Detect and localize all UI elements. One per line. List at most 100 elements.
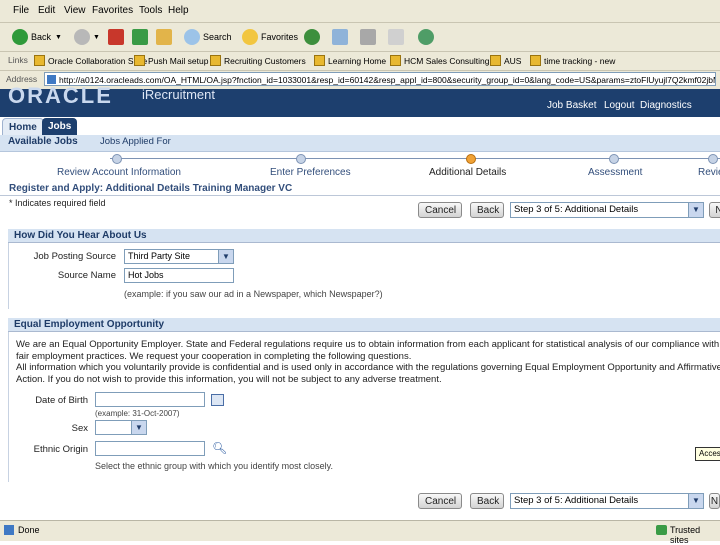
source-name-label: Source Name xyxy=(57,270,116,281)
subtab-available-jobs[interactable]: Available Jobs xyxy=(8,136,78,147)
oracle-logo: ORACLE xyxy=(8,83,113,108)
chevron-down-icon: ▼ xyxy=(688,203,703,217)
search-icon xyxy=(184,29,200,45)
calendar-icon[interactable] xyxy=(211,394,224,406)
eeo-text-line: All information which you voluntarily pr… xyxy=(16,362,720,373)
subtab-jobs-applied[interactable]: Jobs Applied For xyxy=(100,136,171,147)
link-learning-home[interactable]: Learning Home xyxy=(314,55,386,66)
messenger-button[interactable] xyxy=(418,27,437,47)
eeo-text-line: Action. If you do not wish to provide th… xyxy=(16,374,442,385)
back-step-button-bottom[interactable]: Back xyxy=(470,493,504,509)
back-step-button[interactable]: Back xyxy=(470,202,504,218)
page-loaded-icon xyxy=(4,525,14,535)
divider xyxy=(0,195,720,196)
menu-tools[interactable]: Tools xyxy=(139,5,162,16)
section-header-eeo: Equal Employment Opportunity xyxy=(8,318,720,332)
print-button[interactable] xyxy=(360,27,379,47)
step-select[interactable]: Step 3 of 5: Additional Details ▼ xyxy=(510,202,704,218)
step-select-bottom[interactable]: Step 3 of 5: Additional Details ▼ xyxy=(510,493,704,509)
link-aus[interactable]: AUS xyxy=(490,55,521,66)
refresh-button[interactable] xyxy=(132,27,151,47)
ethnic-origin-label: Ethnic Origin xyxy=(33,444,88,455)
sub-navigation: Available Jobs Jobs Applied For xyxy=(0,135,720,152)
eeo-text-line: We are an Equal Opportunity Employer. St… xyxy=(16,339,720,350)
link-recruiting-customers[interactable]: Recruiting Customers xyxy=(210,55,306,66)
ethnic-origin-hint: Select the ethnic group with which you i… xyxy=(95,461,333,471)
link-hcm-sales[interactable]: HCM Sales Consulting xyxy=(390,55,490,66)
link-icon xyxy=(390,55,401,66)
job-posting-source-label: Job Posting Source xyxy=(33,251,116,262)
edit-page-icon xyxy=(388,29,404,45)
home-icon xyxy=(156,29,172,45)
stop-icon xyxy=(108,29,124,45)
logout-link[interactable]: Logout xyxy=(604,100,635,111)
link-time-tracking[interactable]: time tracking - new xyxy=(530,55,615,66)
page-title: Register and Apply: Additional Details T… xyxy=(9,183,293,194)
date-of-birth-hint: (example: 31-Oct-2007) xyxy=(95,409,180,418)
menu-view[interactable]: View xyxy=(64,5,86,16)
address-input[interactable]: http://a0124.oracleads.com/OA_HTML/OA.js… xyxy=(44,72,716,86)
refresh-icon xyxy=(132,29,148,45)
mail-icon xyxy=(332,29,348,45)
history-button[interactable] xyxy=(304,27,323,47)
job-posting-source-select[interactable]: Third Party Site ▼ xyxy=(124,249,234,264)
cancel-button-bottom[interactable]: Cancel xyxy=(418,493,462,509)
next-button[interactable]: N xyxy=(709,202,720,218)
date-of-birth-input[interactable] xyxy=(95,392,205,407)
diagnostics-link[interactable]: Diagnostics xyxy=(640,100,692,111)
links-bar: Links Oracle Collaboration Suite Push Ma… xyxy=(0,52,720,71)
favorites-button[interactable]: Favorites xyxy=(242,27,298,47)
job-basket-link[interactable]: Job Basket xyxy=(547,100,596,111)
train-step-dot xyxy=(609,154,619,164)
back-button[interactable]: Back ▼ xyxy=(12,27,62,47)
train-step-dot xyxy=(112,154,122,164)
back-arrow-icon xyxy=(12,29,28,45)
train-step-additional-details: Additional Details xyxy=(429,167,507,178)
ethnic-origin-input[interactable] xyxy=(95,441,205,456)
search-button[interactable]: Search xyxy=(184,27,232,47)
edit-button[interactable] xyxy=(388,27,407,47)
trusted-sites-icon xyxy=(656,525,667,535)
chevron-down-icon: ▼ xyxy=(55,33,62,41)
security-zone: Trusted sites xyxy=(670,525,701,545)
link-icon xyxy=(314,55,325,66)
menu-help[interactable]: Help xyxy=(168,5,189,16)
home-button[interactable] xyxy=(156,27,175,47)
folder-icon xyxy=(210,55,221,66)
menu-favorites[interactable]: Favorites xyxy=(92,5,133,16)
tab-bar: Home Jobs xyxy=(0,117,720,137)
menu-bar: File Edit View Favorites Tools Help xyxy=(0,0,720,23)
messenger-icon xyxy=(418,29,434,45)
app-header: ORACLE iRecruitment Job Basket Logout Di… xyxy=(0,83,720,117)
link-icon xyxy=(34,55,45,66)
sex-select[interactable]: ▼ xyxy=(95,420,147,435)
link-push-mail[interactable]: Push Mail setup xyxy=(134,55,208,66)
menu-file[interactable]: File xyxy=(13,5,29,16)
menu-edit[interactable]: Edit xyxy=(38,5,55,16)
tooltip: Access xyxy=(695,447,720,461)
printer-icon xyxy=(360,29,376,45)
link-icon xyxy=(490,55,501,66)
train-step-assessment: Assessment xyxy=(588,167,643,178)
chevron-down-icon: ▼ xyxy=(218,250,233,263)
links-label: Links xyxy=(8,55,28,65)
mail-button[interactable] xyxy=(332,27,351,47)
chevron-down-icon: ▼ xyxy=(93,33,100,41)
source-name-hint: (example: if you saw our ad in a Newspap… xyxy=(124,289,383,299)
link-oracle-collaboration[interactable]: Oracle Collaboration Suite xyxy=(34,55,147,66)
stop-button[interactable] xyxy=(108,27,127,47)
sex-label: Sex xyxy=(71,423,88,434)
star-icon xyxy=(242,29,258,45)
chevron-down-icon: ▼ xyxy=(688,494,703,508)
browser-toolbar: Back ▼ ▼ Search Favorites xyxy=(0,23,720,52)
train-step-dot xyxy=(708,154,718,164)
train-step-review-account[interactable]: Review Account Information xyxy=(57,167,181,178)
tab-jobs[interactable]: Jobs xyxy=(42,118,78,135)
train-step-preferences[interactable]: Enter Preferences xyxy=(270,167,351,178)
forward-button[interactable]: ▼ xyxy=(74,27,100,47)
cancel-button[interactable]: Cancel xyxy=(418,202,462,218)
next-button-bottom[interactable]: N xyxy=(709,493,720,509)
search-icon[interactable]: 🔍︎ xyxy=(212,441,227,455)
chevron-down-icon: ▼ xyxy=(131,421,146,434)
source-name-input[interactable]: Hot Jobs xyxy=(124,268,234,283)
